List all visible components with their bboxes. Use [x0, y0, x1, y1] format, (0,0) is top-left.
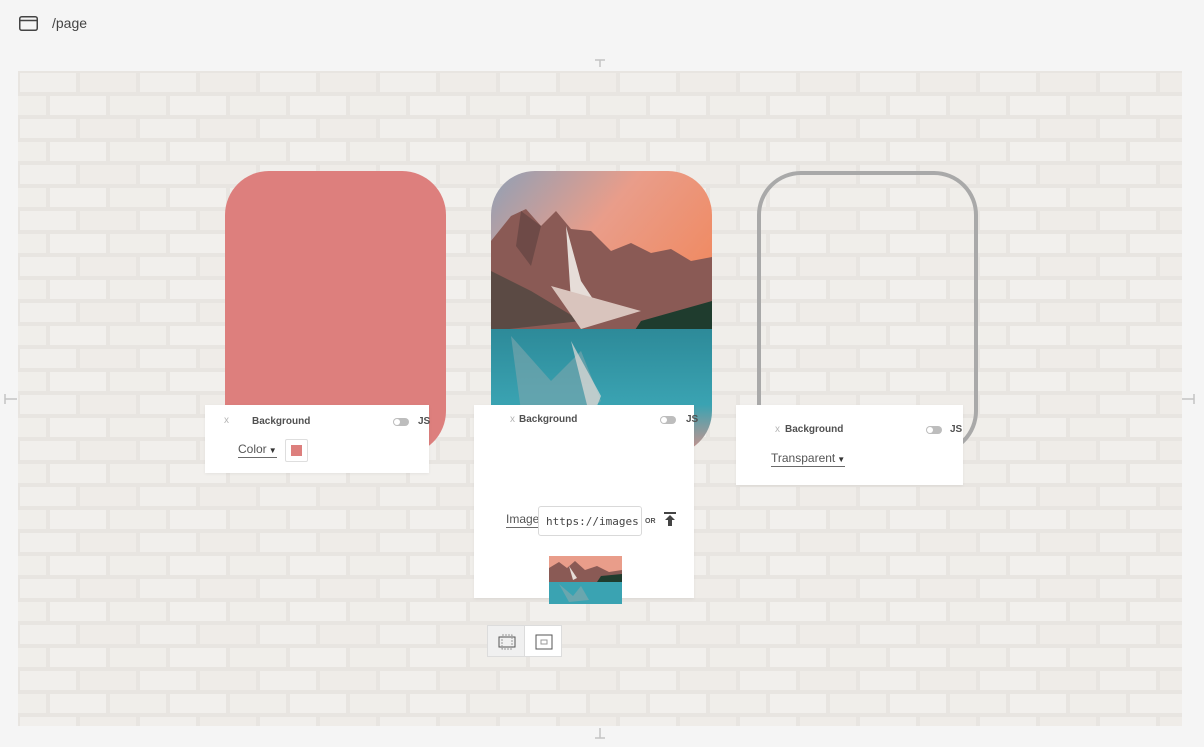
contain-icon — [535, 634, 553, 650]
chevron-down-icon: ▼ — [268, 446, 277, 455]
js-toggle[interactable] — [926, 426, 942, 434]
browser-window-icon — [19, 16, 38, 31]
cover-icon — [498, 634, 516, 650]
js-label: JS — [418, 416, 431, 427]
close-icon[interactable]: x — [224, 415, 229, 426]
page-path: /page — [52, 15, 88, 31]
color-swatch — [291, 445, 302, 456]
image-url-input[interactable]: https://images. — [538, 506, 642, 536]
page-canvas — [18, 71, 1182, 726]
select-value: Image — [506, 512, 540, 526]
resize-handle-top[interactable] — [594, 59, 606, 67]
background-panel-color: x Background JS Color ▼ — [205, 405, 431, 473]
chevron-down-icon: ▼ — [837, 455, 846, 464]
close-icon[interactable]: x — [510, 414, 515, 425]
contain-size-button[interactable] — [524, 625, 562, 657]
top-bar: /page — [0, 0, 1204, 48]
panel-title: Background — [785, 424, 844, 435]
resize-handle-left[interactable] — [4, 393, 18, 405]
resize-handle-bottom[interactable] — [594, 728, 606, 740]
cover-size-button[interactable] — [487, 625, 525, 657]
image-preview-thumbnail — [549, 556, 622, 604]
background-panel-image: x Background JS Image▼ https://images. O… — [474, 405, 698, 657]
panel-title: Background — [252, 416, 311, 427]
js-toggle[interactable] — [660, 416, 676, 424]
close-icon[interactable]: x — [775, 424, 780, 435]
or-label: OR — [645, 518, 656, 525]
background-panel-transparent: x Background JS Transparent ▼ — [736, 405, 963, 485]
resize-handle-right[interactable] — [1182, 393, 1196, 405]
background-type-select[interactable]: Color ▼ — [238, 442, 277, 458]
js-toggle[interactable] — [393, 418, 409, 426]
js-label: JS — [950, 424, 963, 435]
select-value: Transparent — [771, 451, 836, 465]
upload-icon[interactable] — [663, 512, 677, 531]
select-value: Color — [238, 442, 267, 456]
js-label: JS — [686, 414, 699, 425]
background-type-select[interactable]: Transparent ▼ — [771, 451, 846, 467]
panel-title: Background — [519, 414, 578, 425]
color-swatch-button[interactable] — [285, 439, 308, 462]
